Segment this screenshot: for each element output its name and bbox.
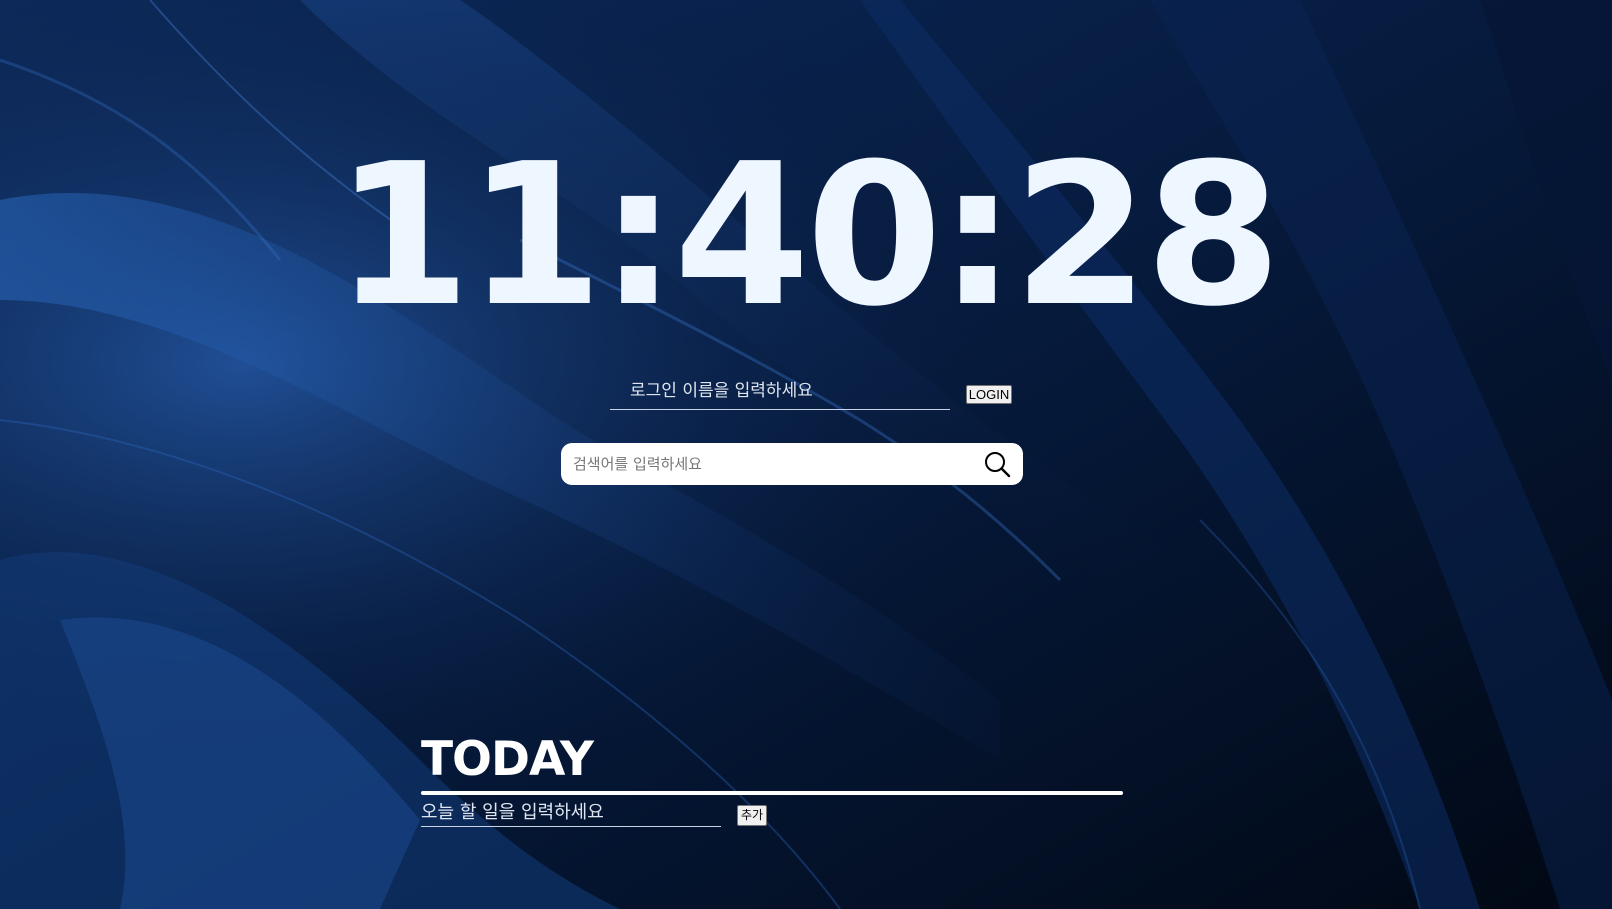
add-todo-button[interactable]: 추가: [737, 805, 767, 826]
login-button[interactable]: LOGIN: [966, 385, 1012, 404]
search-input[interactable]: [573, 443, 953, 485]
search-bar: [561, 443, 1023, 485]
todo-input[interactable]: [421, 798, 721, 827]
login-form: LOGIN: [610, 372, 1030, 412]
login-name-input[interactable]: [610, 372, 950, 410]
today-section: TODAY 추가: [421, 732, 1125, 827]
todo-form: 추가: [421, 798, 1125, 828]
today-divider: [421, 791, 1123, 795]
today-heading: TODAY: [421, 732, 594, 787]
clock-display: 11:40:28: [334, 122, 1281, 350]
search-icon[interactable]: [983, 450, 1011, 478]
